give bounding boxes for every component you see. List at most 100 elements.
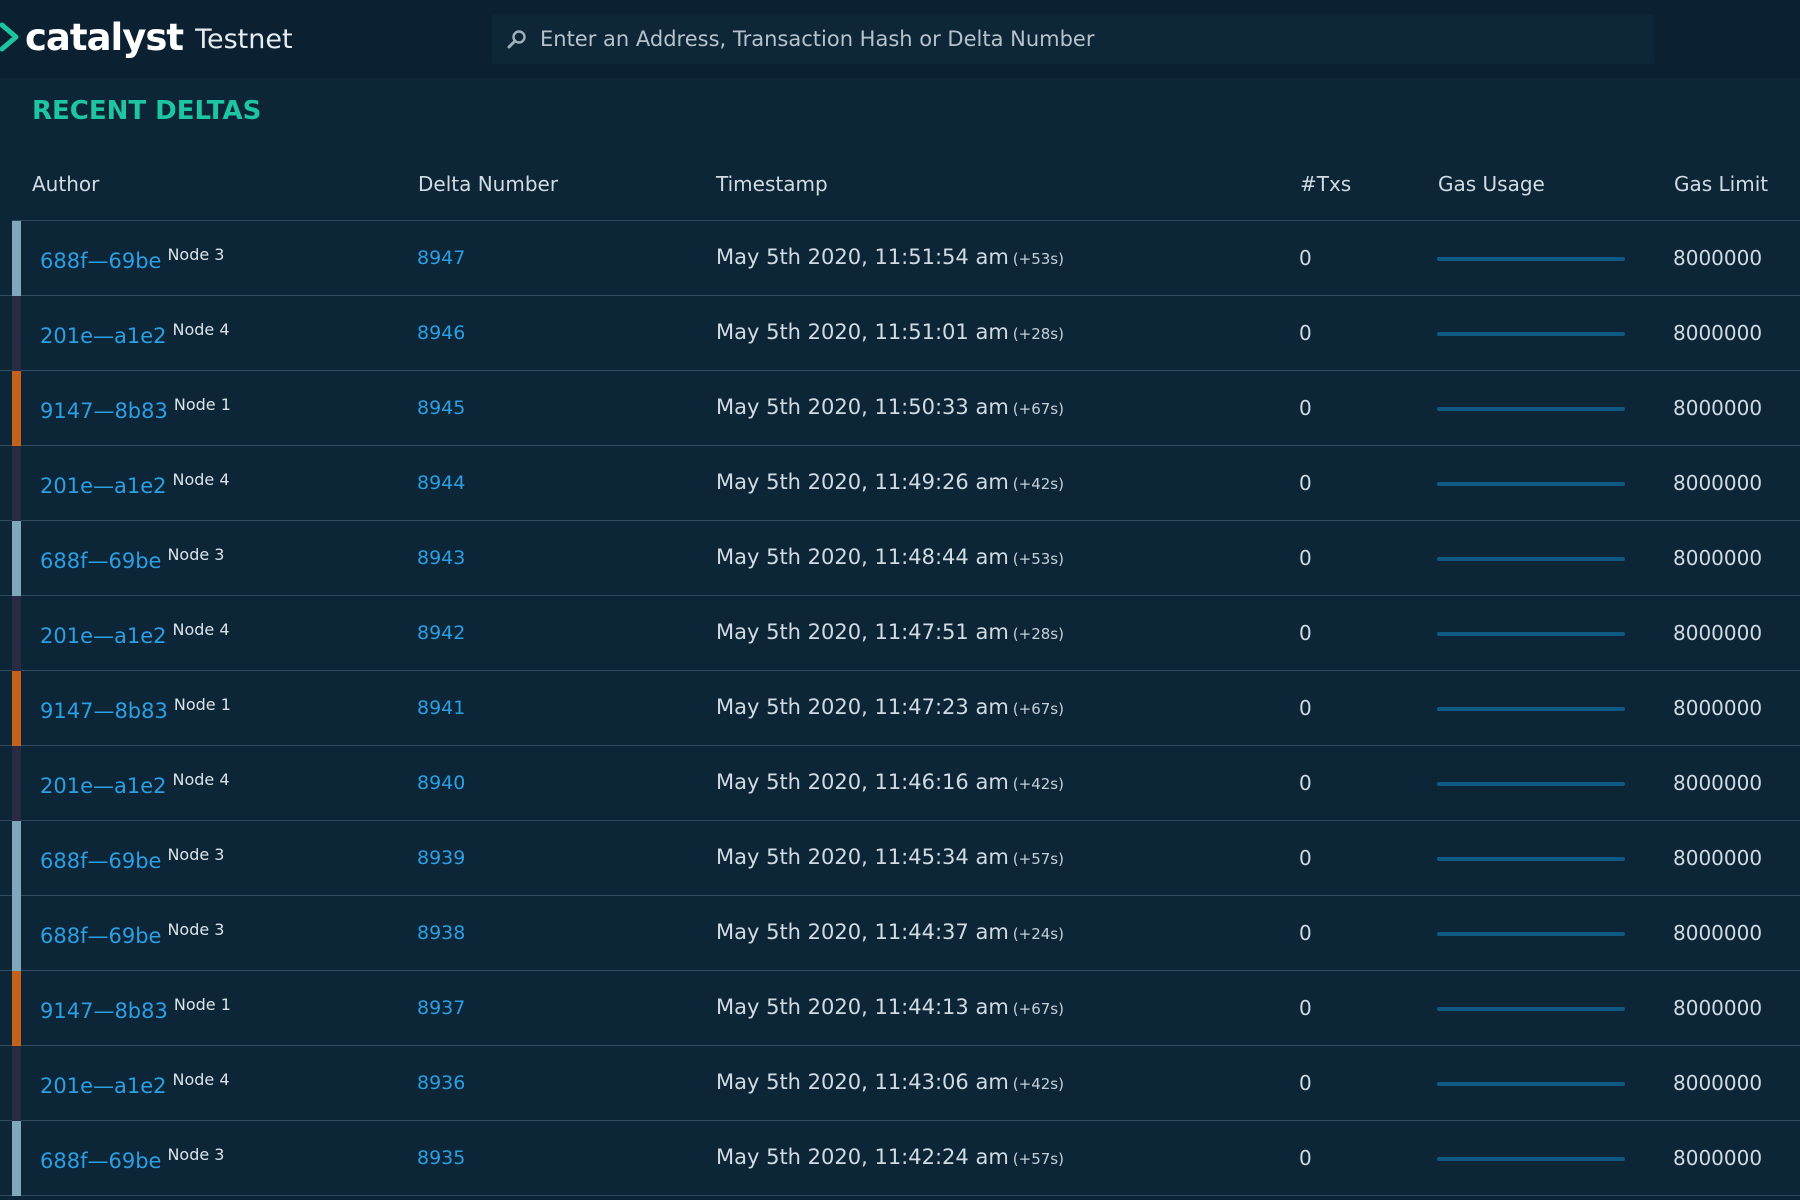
table-row[interactable]: 688f—69be Node 3 8943 May 5th 2020, 11:48:4…: [0, 521, 1800, 596]
delta-number-link[interactable]: 8946: [417, 322, 465, 344]
gas-usage-bar: [1437, 482, 1625, 486]
timestamp: May 5th 2020, 11:45:34 am (+57s): [716, 845, 1064, 869]
author-address[interactable]: 688f—69be: [40, 249, 161, 273]
table-row[interactable]: 688f—69be Node 3 8935 May 5th 2020, 11:42:2…: [0, 1121, 1800, 1196]
delta-number-link[interactable]: 8939: [417, 847, 465, 869]
node-color-stripe: [12, 446, 21, 521]
author-link[interactable]: 201e—a1e2 Node 4: [40, 1070, 230, 1098]
chevron-right-icon: [0, 22, 19, 52]
gas-usage-bar: [1437, 257, 1625, 261]
node-color-stripe: [12, 296, 21, 371]
tx-count: 0: [1299, 471, 1312, 495]
delta-number-link[interactable]: 8936: [417, 1072, 465, 1094]
tx-count: 0: [1299, 696, 1312, 720]
author-address[interactable]: 688f—69be: [40, 549, 161, 573]
timestamp-value: May 5th 2020, 11:43:06 am: [716, 1070, 1009, 1094]
timestamp: May 5th 2020, 11:49:26 am (+42s): [716, 470, 1064, 494]
timestamp-value: May 5th 2020, 11:45:34 am: [716, 845, 1009, 869]
table-row[interactable]: 688f—69be Node 3 8939 May 5th 2020, 11:45:3…: [0, 821, 1800, 896]
author-link[interactable]: 201e—a1e2 Node 4: [40, 620, 230, 648]
node-label: Node 3: [167, 845, 225, 864]
timestamp-delta: (+53s): [1012, 250, 1064, 268]
author-link[interactable]: 201e—a1e2 Node 4: [40, 320, 230, 348]
gas-limit: 8000000: [1673, 996, 1763, 1020]
table-row[interactable]: 9147—8b83 Node 1 8945 May 5th 2020, 11:50:3…: [0, 371, 1800, 446]
node-label: Node 4: [172, 320, 230, 339]
author-address[interactable]: 9147—8b83: [40, 399, 168, 423]
delta-number-link[interactable]: 8944: [417, 472, 465, 494]
timestamp-delta: (+53s): [1012, 550, 1064, 568]
author-address[interactable]: 201e—a1e2: [40, 324, 167, 348]
author-address[interactable]: 9147—8b83: [40, 999, 168, 1023]
author-link[interactable]: 9147—8b83 Node 1: [40, 695, 231, 723]
search-bar[interactable]: [492, 14, 1654, 64]
delta-number-link[interactable]: 8940: [417, 772, 465, 794]
tx-count: 0: [1299, 1146, 1312, 1170]
author-link[interactable]: 688f—69be Node 3: [40, 1145, 224, 1173]
author-address[interactable]: 201e—a1e2: [40, 474, 167, 498]
delta-number-link[interactable]: 8935: [417, 1147, 465, 1169]
delta-number-link[interactable]: 8938: [417, 922, 465, 944]
timestamp-delta: (+28s): [1012, 325, 1064, 343]
timestamp-delta: (+42s): [1012, 1075, 1064, 1093]
tx-count: 0: [1299, 321, 1312, 345]
author-link[interactable]: 688f—69be Node 3: [40, 545, 224, 573]
table-row[interactable]: 688f—69be Node 3 8947 May 5th 2020, 11:51:5…: [0, 221, 1800, 296]
node-color-stripe: [12, 896, 21, 971]
node-label: Node 4: [172, 770, 230, 789]
delta-number-link[interactable]: 8947: [417, 247, 465, 269]
timestamp: May 5th 2020, 11:46:16 am (+42s): [716, 770, 1064, 794]
top-bar: catalyst Testnet: [0, 0, 1800, 78]
gas-limit: 8000000: [1673, 846, 1763, 870]
tx-count: 0: [1299, 996, 1312, 1020]
tx-count: 0: [1299, 921, 1312, 945]
author-address[interactable]: 688f—69be: [40, 1149, 161, 1173]
author-address[interactable]: 688f—69be: [40, 924, 161, 948]
table-row[interactable]: 9147—8b83 Node 1 8941 May 5th 2020, 11:47:2…: [0, 671, 1800, 746]
timestamp-value: May 5th 2020, 11:44:37 am: [716, 920, 1009, 944]
node-color-stripe: [12, 371, 21, 446]
timestamp: May 5th 2020, 11:51:54 am (+53s): [716, 245, 1064, 269]
table-row[interactable]: 201e—a1e2 Node 4 8946 May 5th 2020, 11:51:0…: [0, 296, 1800, 371]
column-txs: #Txs: [1300, 172, 1352, 196]
author-link[interactable]: 201e—a1e2 Node 4: [40, 770, 230, 798]
timestamp-value: May 5th 2020, 11:42:24 am: [716, 1145, 1009, 1169]
gas-usage-bar: [1437, 707, 1625, 711]
author-link[interactable]: 688f—69be Node 3: [40, 845, 224, 873]
table-row[interactable]: 201e—a1e2 Node 4 8944 May 5th 2020, 11:49:2…: [0, 446, 1800, 521]
catalyst-logo[interactable]: catalyst Testnet: [0, 12, 293, 62]
gas-usage-bar: [1437, 782, 1625, 786]
gas-usage-bar: [1437, 632, 1625, 636]
author-link[interactable]: 688f—69be Node 3: [40, 920, 224, 948]
node-label: Node 1: [173, 395, 231, 414]
author-link[interactable]: 201e—a1e2 Node 4: [40, 470, 230, 498]
author-address[interactable]: 201e—a1e2: [40, 624, 167, 648]
node-color-stripe: [12, 821, 21, 896]
timestamp-value: May 5th 2020, 11:46:16 am: [716, 770, 1009, 794]
author-link[interactable]: 9147—8b83 Node 1: [40, 995, 231, 1023]
author-address[interactable]: 201e—a1e2: [40, 774, 167, 798]
search-input[interactable]: [538, 26, 1622, 52]
table-row[interactable]: 688f—69be Node 3 8938 May 5th 2020, 11:44:3…: [0, 896, 1800, 971]
table-row[interactable]: 201e—a1e2 Node 4 8942 May 5th 2020, 11:47:5…: [0, 596, 1800, 671]
tx-count: 0: [1299, 1071, 1312, 1095]
table-row[interactable]: 201e—a1e2 Node 4 8940 May 5th 2020, 11:46:1…: [0, 746, 1800, 821]
author-address[interactable]: 688f—69be: [40, 849, 161, 873]
author-address[interactable]: 9147—8b83: [40, 699, 168, 723]
table-row[interactable]: 9147—8b83 Node 1 8937 May 5th 2020, 11:44:1…: [0, 971, 1800, 1046]
delta-number-link[interactable]: 8945: [417, 397, 465, 419]
author-address[interactable]: 201e—a1e2: [40, 1074, 167, 1098]
delta-number-link[interactable]: 8942: [417, 622, 465, 644]
delta-number-link[interactable]: 8937: [417, 997, 465, 1019]
delta-number-link[interactable]: 8941: [417, 697, 465, 719]
delta-number-link[interactable]: 8943: [417, 547, 465, 569]
table-row[interactable]: 201e—a1e2 Node 4 8936 May 5th 2020, 11:43:0…: [0, 1046, 1800, 1121]
node-color-stripe: [12, 971, 21, 1046]
gas-usage-bar: [1437, 857, 1625, 861]
author-link[interactable]: 9147—8b83 Node 1: [40, 395, 231, 423]
author-link[interactable]: 688f—69be Node 3: [40, 245, 224, 273]
node-color-stripe: [12, 746, 21, 821]
tx-count: 0: [1299, 246, 1312, 270]
timestamp: May 5th 2020, 11:42:24 am (+57s): [716, 1145, 1064, 1169]
gas-limit: 8000000: [1673, 1146, 1763, 1170]
